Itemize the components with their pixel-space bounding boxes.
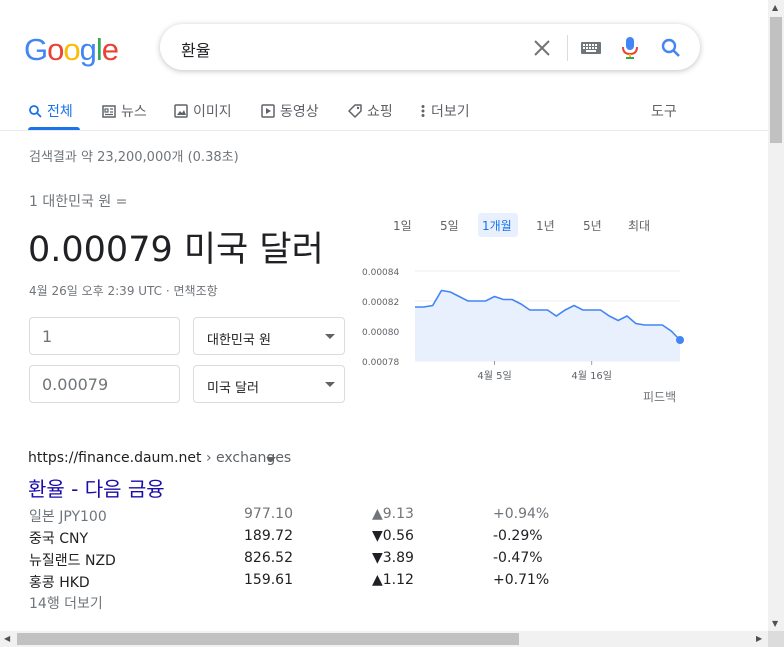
vertical-scroll-thumb[interactable] (770, 17, 782, 143)
scroll-left-icon[interactable]: ◀ (4, 634, 10, 643)
y-tick-label: 0.00080 (362, 328, 399, 338)
chart-endpoint (676, 336, 684, 344)
row-name: 뉴질랜드 NZD (29, 553, 116, 569)
chevron-down-icon[interactable] (266, 457, 276, 462)
tab-news[interactable]: 뉴스 (102, 101, 147, 121)
row-name: 일본 JPY100 (29, 509, 107, 525)
tools-label: 도구 (651, 104, 677, 120)
search-divider (567, 35, 568, 61)
logo-letter: e (101, 32, 119, 67)
y-tick-label: 0.00084 (362, 268, 399, 278)
row-change: ▼0.56 (372, 528, 414, 544)
range-1d[interactable]: 1일 (393, 217, 412, 234)
tab-images[interactable]: 이미지 (174, 101, 232, 121)
tag-icon (348, 104, 362, 118)
google-logo[interactable]: Google (24, 32, 119, 67)
y-tick-label: 0.00078 (362, 358, 399, 368)
tabs-divider (0, 130, 768, 131)
converter-timestamp[interactable]: 4월 26일 오후 2:39 UTC · 면책조항 (29, 282, 218, 299)
result-domain: https://finance.daum.net (28, 450, 202, 466)
search-icon (29, 105, 42, 118)
tab-videos[interactable]: 동영상 (261, 101, 319, 121)
range-5y[interactable]: 5년 (583, 217, 602, 234)
result-stats: 검색결과 약 23,200,000개 (0.38초) (29, 150, 239, 165)
converter-from-label: 1 대한민국 원 = (29, 194, 128, 210)
more-vert-icon (421, 105, 425, 117)
row-percent: -0.47% (493, 550, 543, 566)
currency-to-select[interactable]: 미국 달러 (193, 365, 345, 403)
chevron-down-icon (325, 382, 335, 387)
amount-from-value: 1 (42, 327, 53, 346)
tab-label: 이미지 (193, 104, 232, 120)
news-icon (102, 104, 116, 118)
logo-letter: g (79, 32, 97, 67)
range-1y[interactable]: 1년 (536, 217, 555, 234)
chevron-down-icon (325, 334, 335, 339)
tab-shopping[interactable]: 쇼핑 (348, 101, 393, 121)
y-tick-label: 0.00082 (362, 298, 399, 308)
logo-letter: o (63, 32, 80, 67)
row-percent: +0.94% (493, 506, 550, 522)
row-change: ▼3.89 (372, 550, 414, 566)
scrollbar-corner (768, 631, 784, 647)
image-icon (174, 104, 188, 118)
tab-more[interactable]: 더보기 (420, 101, 470, 121)
tab-label: 더보기 (431, 104, 470, 120)
row-value: 977.10 (244, 506, 293, 522)
row-percent: -0.29% (493, 528, 543, 544)
x-tick-label: 4월 5일 (477, 370, 511, 382)
microphone-icon[interactable] (622, 36, 638, 60)
amount-to-value: 0.00079 (42, 375, 109, 394)
exchange-rate-chart[interactable]: 0.00084 0.00082 0.00080 0.00078 4월 5일 4월 16일 (355, 260, 685, 385)
amount-to-field[interactable]: 0.00079 (29, 365, 180, 403)
row-value: 826.52 (244, 550, 293, 566)
currency-from-value: 대한민국 원 (207, 333, 271, 348)
search-input[interactable]: 환율 (181, 37, 210, 61)
keyboard-icon[interactable] (581, 42, 601, 54)
range-5d[interactable]: 5일 (440, 217, 459, 234)
scroll-right-icon[interactable]: ▶ (756, 634, 762, 643)
search-box[interactable] (160, 24, 700, 70)
video-icon (261, 104, 275, 118)
result-title[interactable]: 환율 - 다음 금융 (28, 473, 165, 502)
currency-to-value: 미국 달러 (207, 381, 259, 396)
currency-from-select[interactable]: 대한민국 원 (193, 317, 345, 355)
range-1m[interactable]: 1개월 (482, 217, 512, 234)
feedback-link[interactable]: 피드백 (643, 388, 676, 405)
tab-label: 동영상 (280, 104, 319, 120)
result-url[interactable]: https://finance.daum.net › exchanges (28, 450, 291, 466)
tab-label: 쇼핑 (367, 104, 393, 120)
row-percent: +0.71% (493, 572, 550, 588)
converter-result: 0.00079 미국 달러 (28, 230, 324, 270)
row-name: 홍콩 HKD (29, 575, 90, 591)
more-rows-link[interactable]: 14행 더보기 (29, 593, 103, 613)
tab-label: 뉴스 (121, 104, 147, 120)
row-value: 159.61 (244, 572, 293, 588)
row-value: 189.72 (244, 528, 293, 544)
tab-all[interactable]: 전체 (28, 101, 73, 121)
logo-letter: G (24, 32, 48, 67)
search-icon[interactable] (660, 37, 682, 59)
result-path: › exchanges (201, 450, 292, 466)
close-icon[interactable] (532, 38, 552, 58)
amount-from-field[interactable]: 1 (29, 317, 180, 355)
scroll-down-icon[interactable]: ▼ (772, 619, 778, 628)
logo-letter: o (47, 32, 64, 67)
tab-label: 전체 (47, 104, 73, 120)
range-max[interactable]: 최대 (628, 217, 650, 234)
row-change: ▲9.13 (372, 506, 414, 522)
scroll-up-icon[interactable]: ▲ (772, 3, 778, 12)
row-name: 중국 CNY (29, 531, 89, 547)
tools-button[interactable]: 도구 (651, 101, 677, 121)
row-change: ▲1.12 (372, 572, 414, 588)
horizontal-scroll-thumb[interactable] (17, 633, 519, 645)
x-tick-label: 4월 16일 (571, 370, 612, 382)
